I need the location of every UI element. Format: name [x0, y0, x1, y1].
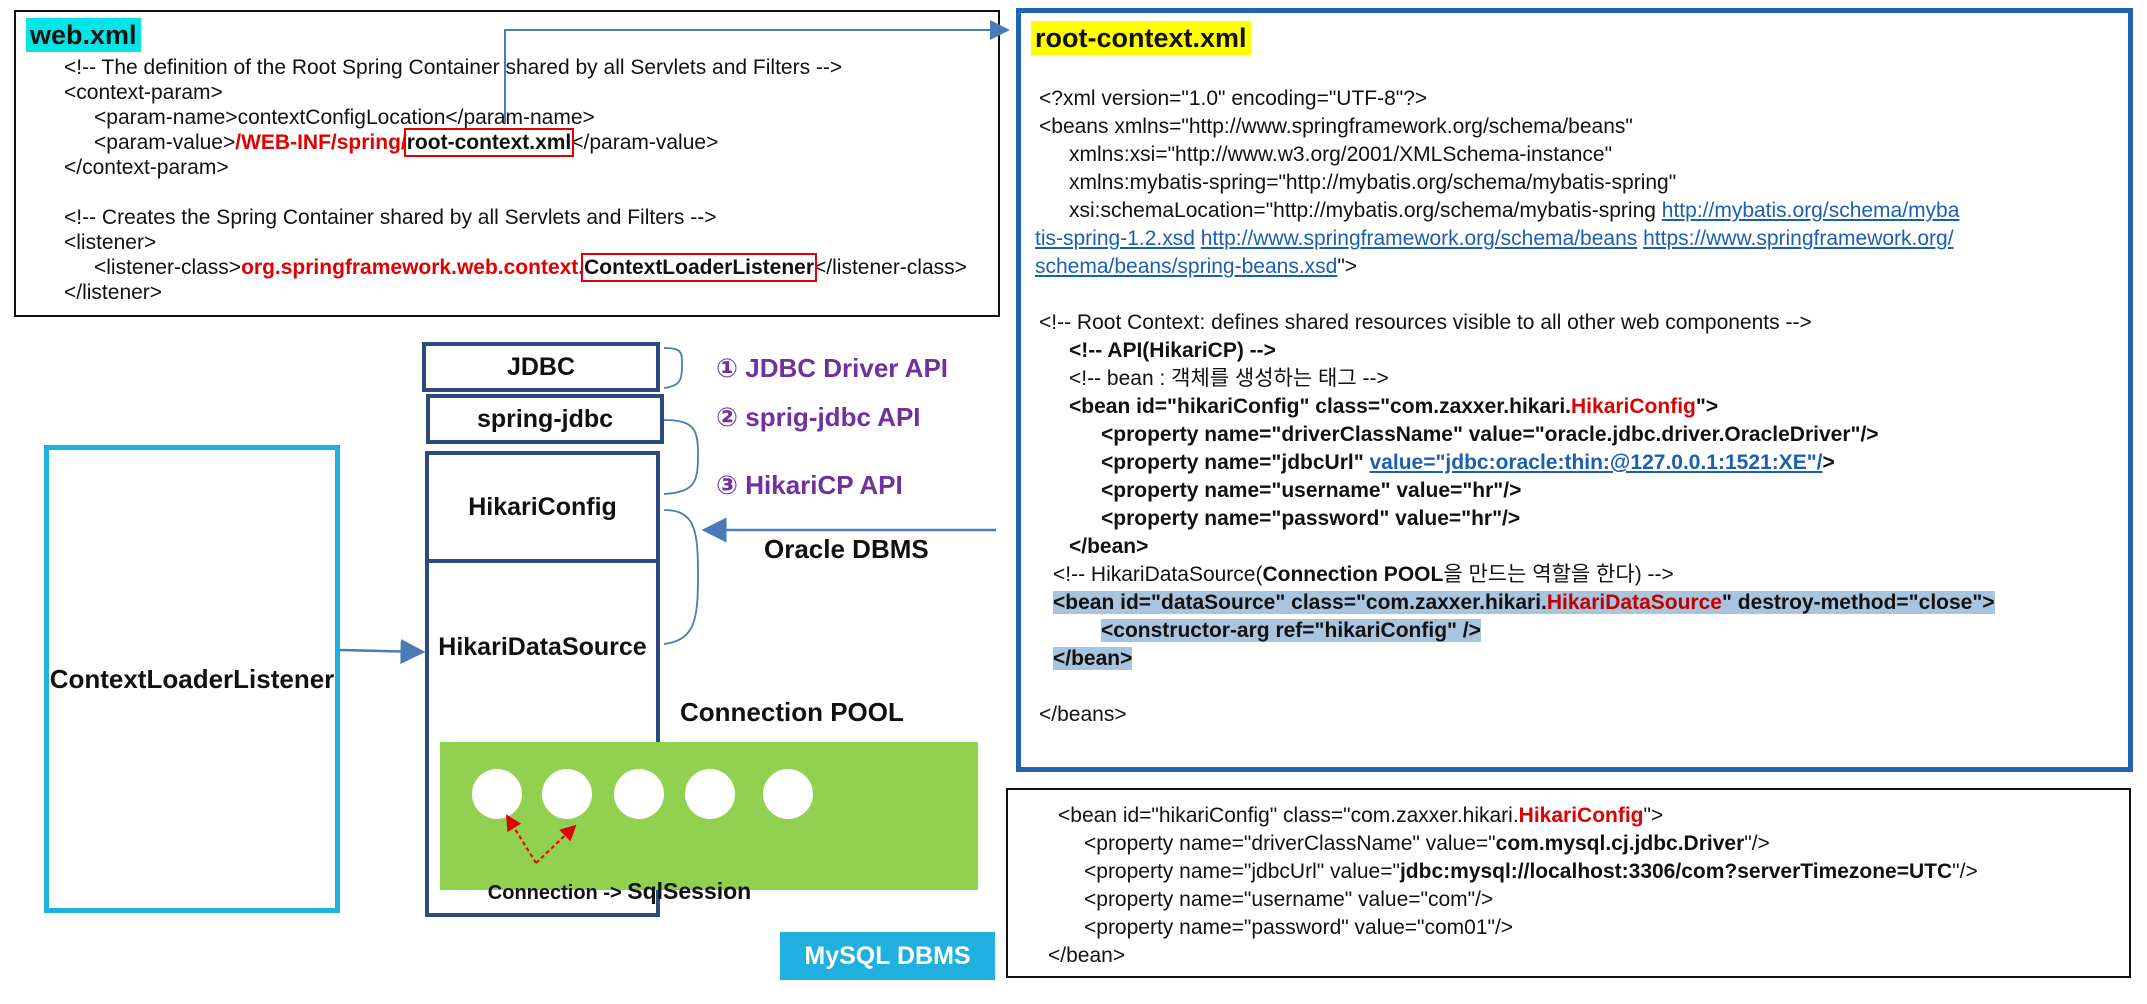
- mysql-bean-open: <bean id="hikariConfig" class="com.zaxxe…: [1058, 804, 1664, 827]
- spring-jdbc-box: spring-jdbc: [426, 394, 664, 444]
- rc-datasource-close: </bean>: [1053, 647, 1133, 670]
- connection-circle: [685, 769, 735, 819]
- mysql-prop-jdbcurl: <property name="jdbcUrl" value="jdbc:mys…: [1084, 860, 1978, 883]
- listener-arrow: [339, 638, 426, 664]
- mysql-prop-username: <property name="username" value="com"/>: [1084, 888, 1494, 911]
- mysql-bean-panel: <bean id="hikariConfig" class="com.zaxxe…: [1006, 788, 2131, 978]
- mybatis-schema-link[interactable]: http://mybatis.org/schema/myba: [1662, 199, 1960, 222]
- mysql-prop-driver: <property name="driverClassName" value="…: [1084, 832, 1770, 855]
- web-xml-listener-class: <listener-class>org.springframework.web.…: [94, 253, 967, 282]
- spring-beans-xsd-link[interactable]: schema/beans/spring-beans.xsd: [1035, 255, 1337, 278]
- web-xml-param-name: <param-name>contextConfigLocation</param…: [94, 106, 595, 129]
- rc-xmlns-xsi: xmlns:xsi="http://www.w3.org/2001/XMLSch…: [1069, 143, 1613, 166]
- spring-schema-https-link[interactable]: https://www.springframework.org/: [1643, 227, 1953, 250]
- context-loader-listener-label: ContextLoaderListener: [49, 663, 335, 694]
- hikari-datasource-label: HikariDataSource: [438, 633, 647, 661]
- root-context-ref-highlight: root-context.xml: [403, 128, 575, 157]
- context-loader-listener-box: ContextLoaderListener: [44, 445, 340, 913]
- connection-circle: [763, 769, 813, 819]
- mybatis-xsd-link[interactable]: tis-spring-1.2.xsd: [1035, 227, 1195, 250]
- rc-xmlns-mybatis: xmlns:mybatis-spring="http://mybatis.org…: [1069, 171, 1677, 194]
- oracle-jdbc-url: value="jdbc:oracle:thin:@127.0.0.1:1521:…: [1369, 451, 1823, 474]
- web-xml-comment-2: <!-- Creates the Spring Container shared…: [64, 206, 717, 229]
- rc-beans-close: </beans>: [1039, 703, 1127, 726]
- rc-datasource-comment: <!-- HikariDataSource(Connection POOL을 만…: [1053, 563, 1674, 586]
- rc-constructor-arg: <constructor-arg ref="hikariConfig" />: [1101, 619, 1481, 642]
- web-xml-comment-1: <!-- The definition of the Root Spring C…: [64, 56, 843, 79]
- web-xml-param-value: <param-value>/WEB-INF/spring/root-contex…: [94, 128, 719, 157]
- api-label-jdbc-driver: ① JDBC Driver API: [716, 353, 949, 383]
- rc-api-comment: <!-- API(HikariCP) -->: [1069, 339, 1276, 362]
- web-xml-context-param-open: <context-param>: [64, 81, 223, 104]
- web-xml-title: web.xml: [26, 18, 141, 52]
- rc-root-comment: <!-- Root Context: defines shared resour…: [1039, 311, 1812, 334]
- root-context-title: root-context.xml: [1031, 21, 1251, 55]
- rc-prop-jdbcurl: <property name="jdbcUrl" value="jdbc:ora…: [1101, 451, 1835, 474]
- mysql-prop-password: <property name="password" value="com01"/…: [1084, 916, 1514, 939]
- rc-bean-close: </bean>: [1069, 535, 1149, 558]
- rc-prop-driver: <property name="driverClassName" value="…: [1101, 423, 1879, 446]
- hikari-config-label: HikariConfig: [468, 492, 617, 521]
- jdbc-label: JDBC: [506, 352, 576, 381]
- rc-schema-location-2: tis-spring-1.2.xsd http://www.springfram…: [1035, 225, 1954, 253]
- spring-beans-schema-link[interactable]: http://www.springframework.org/schema/be…: [1201, 227, 1638, 250]
- rc-bean-comment: <!-- bean : 객체를 생성하는 태그 -->: [1069, 367, 1389, 390]
- hikari-config-box: HikariConfig: [425, 451, 660, 563]
- connection-sqlsession-label: Connection -> SqlSession: [487, 878, 752, 904]
- connection-circle: [614, 769, 664, 819]
- root-context-panel: root-context.xml <?xml version="1.0" enc…: [1016, 8, 2133, 772]
- rc-schema-location-3: schema/beans/spring-beans.xsd">: [1035, 255, 1358, 278]
- connection-circle: [472, 769, 522, 819]
- context-loader-listener-highlight: ContextLoaderListener: [581, 253, 818, 282]
- api-label-spring-jdbc: ② sprig-jdbc API: [716, 402, 921, 432]
- web-xml-context-param-close: </context-param>: [64, 156, 229, 179]
- oracle-dbms-label: Oracle DBMS: [764, 534, 929, 564]
- rc-xml-decl: <?xml version="1.0" encoding="UTF-8"?>: [1039, 87, 1428, 110]
- rc-prop-username: <property name="username" value="hr"/>: [1101, 479, 1522, 502]
- connection-pool-area: Connection -> SqlSession: [440, 742, 978, 904]
- rc-hikari-config-bean: <bean id="hikariConfig" class="com.zaxxe…: [1069, 395, 1719, 418]
- brace-hikaricp: [663, 509, 699, 645]
- jdbc-box: JDBC: [422, 342, 660, 392]
- brace-spring-jdbc: [663, 419, 699, 495]
- connection-circle: [542, 769, 592, 819]
- web-xml-listener-open: <listener>: [64, 231, 157, 254]
- rc-beans-open: <beans xmlns="http://www.springframework…: [1039, 115, 1633, 138]
- rc-schema-location: xsi:schemaLocation="http://mybatis.org/s…: [1069, 199, 1960, 222]
- rc-datasource-bean: <bean id="dataSource" class="com.zaxxer.…: [1053, 591, 1995, 614]
- spring-jdbc-label: spring-jdbc: [476, 404, 614, 433]
- api-label-hikaricp: ③ HikariCP API: [716, 470, 903, 500]
- mysql-bean-close: </bean>: [1048, 944, 1126, 967]
- rc-prop-password: <property name="password" value="hr"/>: [1101, 507, 1521, 530]
- mysql-dbms-label: MySQL DBMS: [780, 932, 995, 980]
- web-xml-panel: web.xml <!-- The definition of the Root …: [14, 10, 1000, 317]
- web-xml-listener-close: </listener>: [64, 281, 163, 304]
- brace-jdbc: [663, 347, 683, 389]
- connection-pool-label: Connection POOL: [680, 697, 904, 727]
